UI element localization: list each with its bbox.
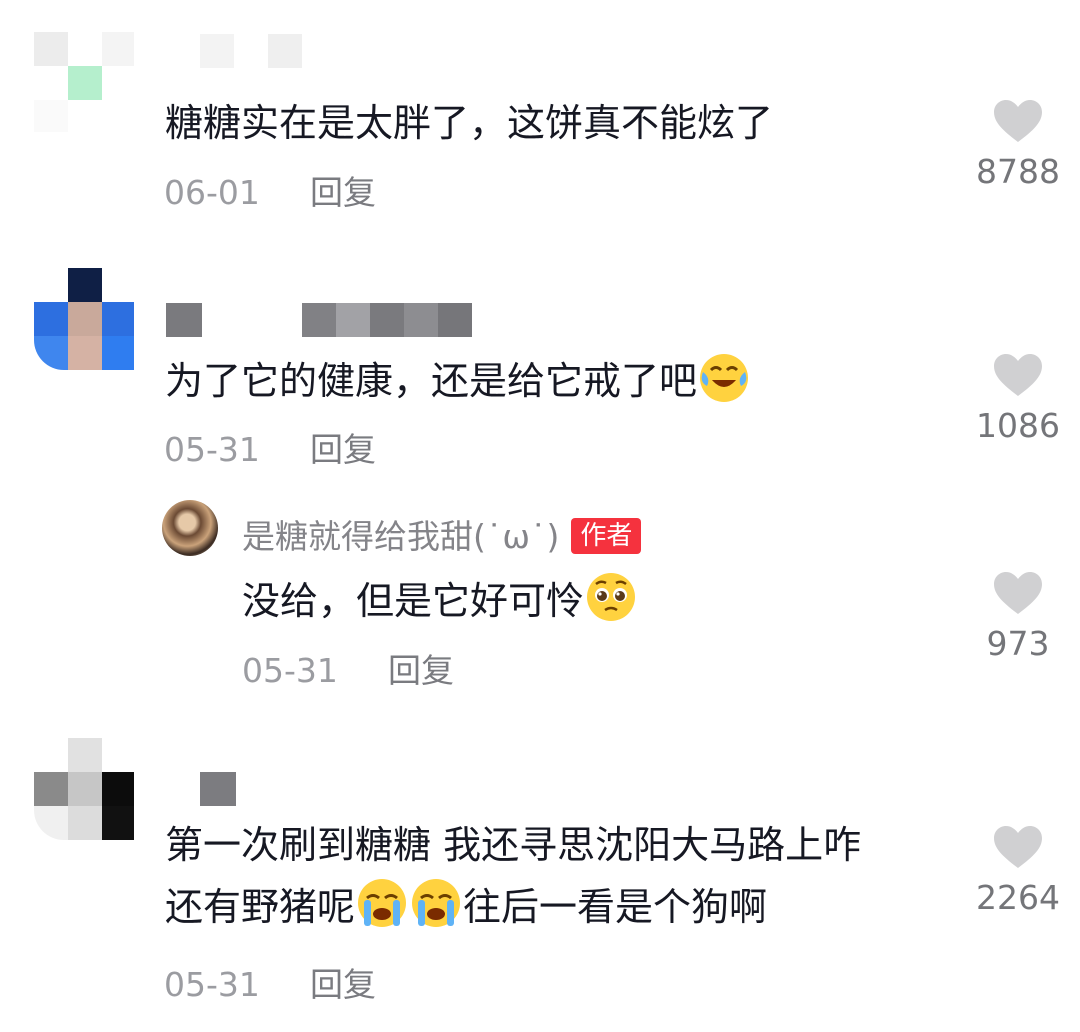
like-button[interactable]: 973 (958, 570, 1078, 663)
author-badge: 作者 (571, 518, 642, 554)
reply-text-content: 没给，但是它好可怜 (242, 579, 585, 623)
comment-text: 为了它的健康，还是给它戒了吧 (165, 350, 751, 408)
like-count: 973 (986, 624, 1050, 663)
comment-text-content: 为了它的健康，还是给它戒了吧 (165, 359, 698, 403)
heart-icon (994, 572, 1042, 614)
heart-icon (994, 826, 1042, 868)
like-count: 2264 (976, 878, 1060, 917)
laughing-tears-emoji (700, 354, 749, 402)
comment-text-line: 还有野猪呢 往后一看是个狗啊 (165, 876, 861, 934)
reply-button[interactable]: 回复 (310, 173, 376, 212)
username-blurred[interactable] (200, 772, 236, 806)
username-blurred[interactable] (200, 34, 302, 68)
like-count: 8788 (976, 152, 1060, 191)
reply-date: 05-31 (242, 651, 338, 690)
reply-button[interactable]: 回复 (310, 430, 376, 469)
heart-icon (994, 100, 1042, 142)
pleading-face-emoji (587, 573, 636, 621)
comment-text-line: 第一次刷到糖糖 我还寻思沈阳大马路上咋 (165, 823, 862, 867)
reply-author[interactable]: 是糖就得给我甜(˙ω˙) 作者 (242, 510, 642, 558)
comment-date: 06-01 (164, 173, 260, 212)
reply-avatar[interactable] (162, 500, 218, 556)
reply-text: 没给，但是它好可怜 (242, 570, 638, 628)
like-button[interactable]: 2264 (958, 824, 1078, 917)
comment-text: 第一次刷到糖糖 我还寻思沈阳大马路上咋 还有野猪呢 往后一看是个狗啊 (165, 818, 861, 934)
reply-button[interactable]: 回复 (310, 965, 376, 1004)
like-button[interactable]: 8788 (958, 98, 1078, 191)
crying-face-emoji (412, 879, 461, 927)
reply-meta: 05-31 回复 (242, 644, 454, 692)
avatar[interactable] (34, 32, 134, 132)
comment-meta: 05-31 回复 (164, 423, 376, 471)
comment-meta: 06-01 回复 (164, 166, 376, 214)
comment-date: 05-31 (164, 430, 260, 469)
comment-text: 糖糖实在是太胖了，这饼真不能炫了 (165, 101, 774, 145)
heart-icon (994, 354, 1042, 396)
avatar[interactable] (34, 738, 134, 840)
comment-text-segment: 往后一看是个狗啊 (463, 885, 768, 929)
reply-button[interactable]: 回复 (388, 651, 454, 690)
like-count: 1086 (976, 406, 1060, 445)
comment-meta: 05-31 回复 (164, 958, 376, 1006)
username-blurred[interactable] (166, 303, 476, 337)
crying-face-emoji (358, 879, 407, 927)
comment-date: 05-31 (164, 965, 260, 1004)
comment-text-segment: 还有野猪呢 (165, 885, 356, 929)
reply-author-name: 是糖就得给我甜(˙ω˙) (242, 517, 560, 556)
like-button[interactable]: 1086 (958, 352, 1078, 445)
avatar[interactable] (34, 268, 134, 370)
